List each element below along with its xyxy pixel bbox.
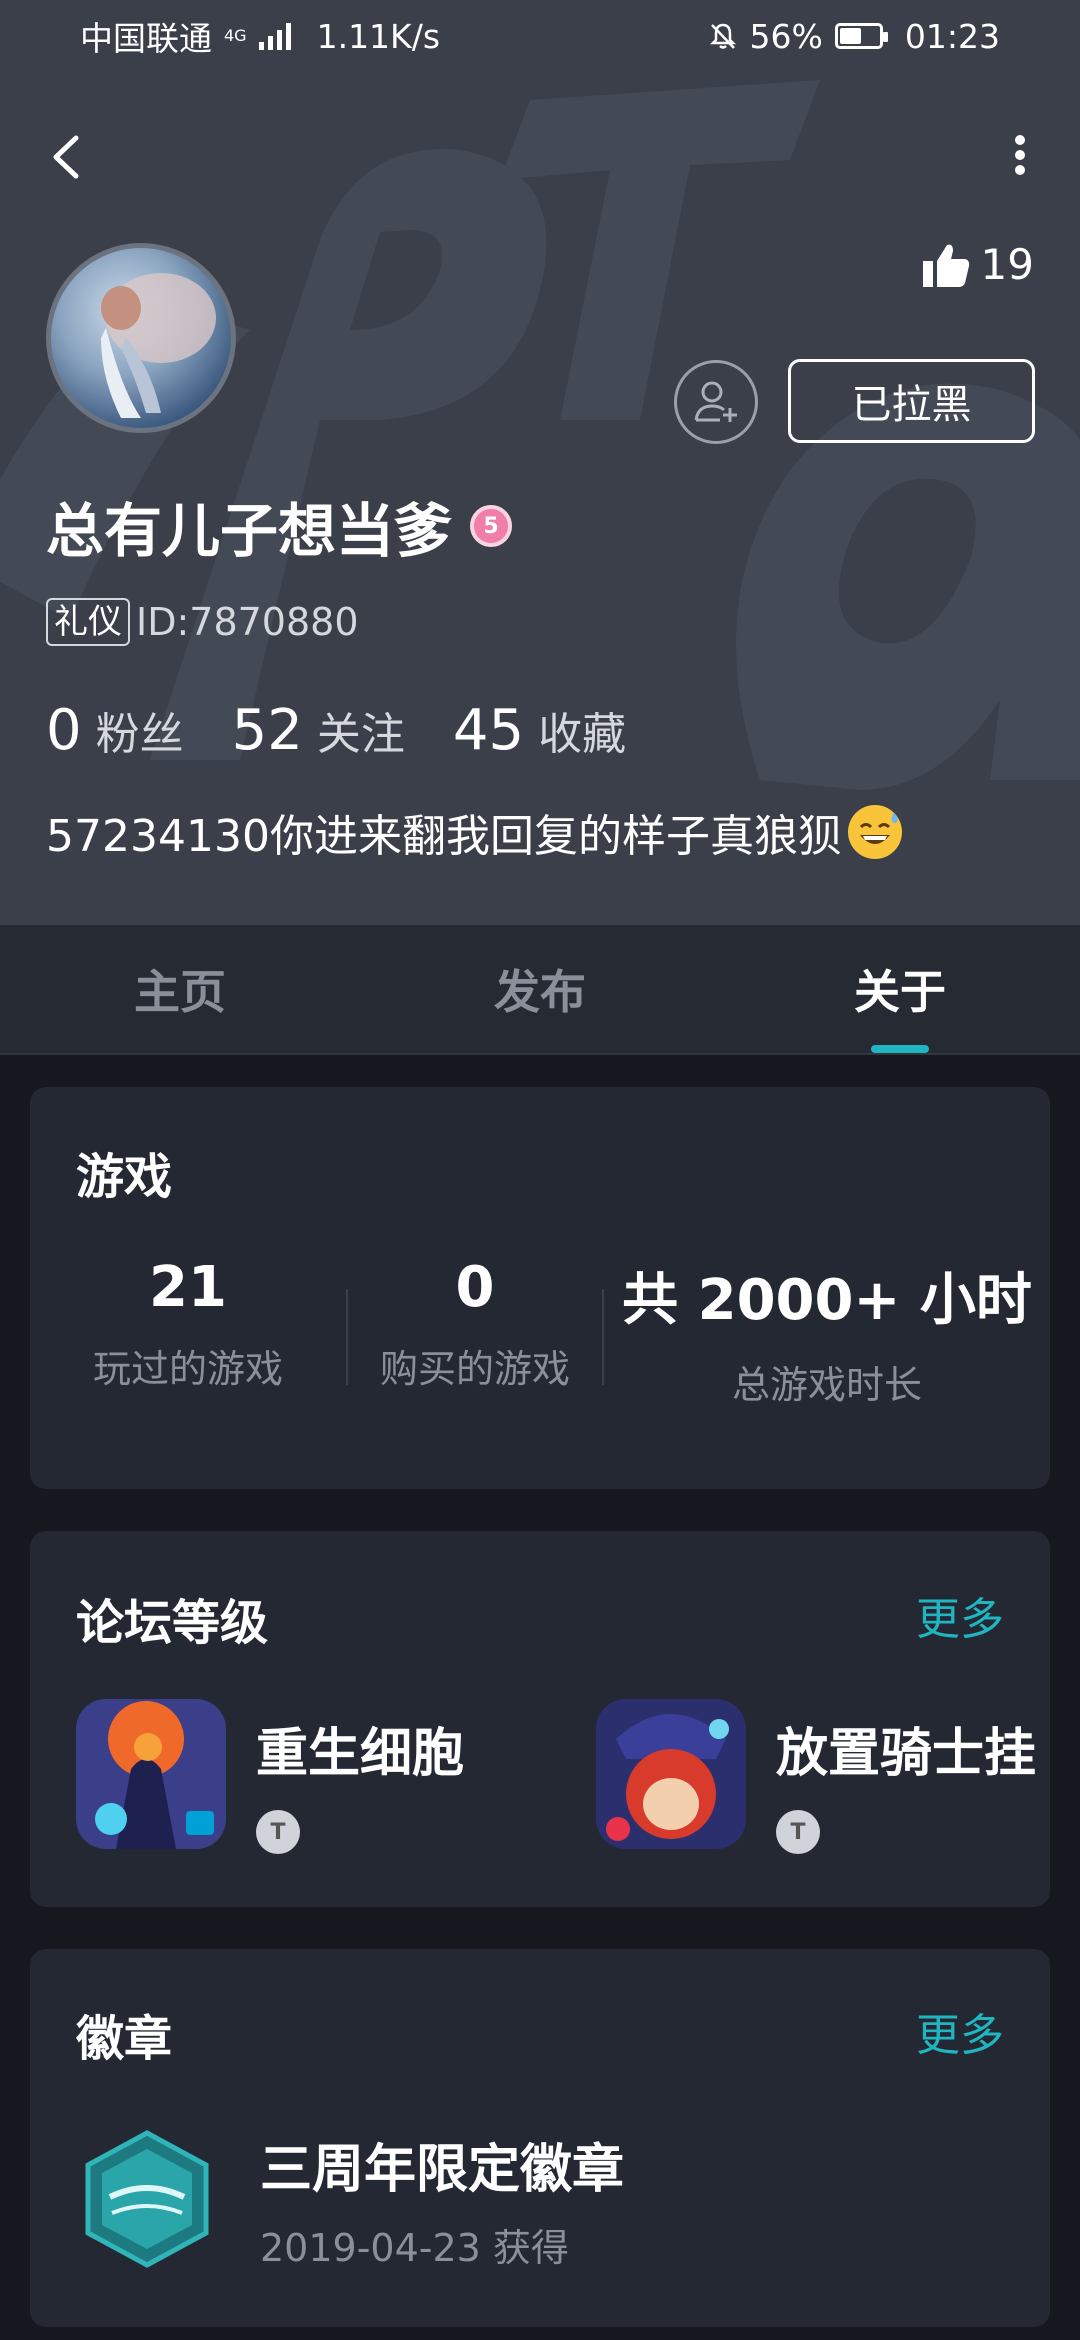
forum-name: 重生细胞 — [256, 1724, 465, 1784]
purchased-games-stat[interactable]: 0 购买的游戏 — [348, 1255, 602, 1409]
battery-icon — [834, 23, 888, 49]
profile-stats: 0 粉丝 52 关注 45 收藏 — [46, 698, 626, 763]
followers-count: 0 — [46, 698, 82, 763]
network-type: 4G — [224, 26, 247, 45]
sweat-smile-emoji-icon — [847, 805, 902, 859]
dead-cells-game-icon — [76, 1699, 226, 1849]
idle-knight-game-icon — [596, 1699, 746, 1849]
chevron-left-icon — [53, 135, 79, 179]
badge-card: 徽章 更多 三周年限定徽章 2019-04-23 获得 — [30, 1949, 1050, 2327]
etiquette-tag[interactable]: 礼仪 — [46, 598, 130, 646]
badge-card-title: 徽章 — [76, 2011, 173, 2067]
purchased-games-label: 购买的游戏 — [379, 1347, 570, 1391]
username: 总有儿子想当爹 — [46, 497, 453, 565]
battery-percent: 56% — [749, 16, 823, 56]
game-stats: 21 玩过的游戏 0 购买的游戏 共 2000+ 小时 总游戏时长 — [30, 1255, 1050, 1409]
forum-card-title: 论坛等级 — [76, 1595, 269, 1651]
like-count: 19 — [980, 240, 1034, 289]
clock: 01:23 — [904, 16, 1000, 56]
games-card-title: 游戏 — [76, 1149, 173, 1205]
mute-bell-icon — [709, 23, 736, 49]
forum-level-badge: T — [776, 1810, 820, 1854]
badge-more-link[interactable]: 更多 — [916, 1999, 1004, 2063]
bio: 57234130你进来翻我回复的样子真狼狈 — [46, 800, 902, 864]
playtime-stat: 共 2000+ 小时 总游戏时长 — [604, 1255, 1050, 1409]
following-stat[interactable]: 52 关注 — [232, 698, 405, 763]
badge-date: 2019-04-23 获得 — [260, 2226, 569, 2270]
forum-more-link[interactable]: 更多 — [916, 1583, 1004, 1647]
carrier-name: 中国联通 — [80, 19, 212, 58]
played-games-label: 玩过的游戏 — [92, 1347, 283, 1391]
more-options-button[interactable] — [990, 120, 1050, 190]
username-row: 总有儿子想当爹 5 — [46, 484, 513, 568]
forum-item[interactable]: 重生细胞 T — [76, 1699, 464, 1854]
played-games-stat[interactable]: 21 玩过的游戏 — [30, 1255, 346, 1409]
badge-name: 三周年限定徽章 — [260, 2140, 625, 2200]
purchased-games-count: 0 — [455, 1255, 495, 1320]
follow-button[interactable] — [674, 360, 758, 444]
forum-level-card: 论坛等级 更多 重生细胞 T 放置骑士挂 T — [30, 1531, 1050, 1907]
anniversary-badge-icon — [85, 2130, 209, 2268]
signal-icon — [258, 22, 291, 50]
following-label: 关注 — [316, 709, 405, 760]
forum-level-badge: T — [256, 1810, 300, 1854]
like-counter[interactable]: 19 — [921, 240, 1034, 289]
tab-home[interactable]: 主页 — [0, 925, 360, 1053]
level-badge: 5 — [470, 505, 513, 547]
bio-text: 57234130你进来翻我回复的样子真狼狈 — [46, 811, 842, 862]
favorites-label: 收藏 — [538, 709, 627, 760]
level-badge-mark: 5 — [483, 513, 499, 539]
games-card: 游戏 21 玩过的游戏 0 购买的游戏 共 2000+ 小时 总游戏时长 — [30, 1087, 1050, 1489]
user-id: ID:7870880 — [136, 600, 359, 644]
tab-bar: 主页 发布 关于 — [0, 925, 1080, 1055]
played-games-count: 21 — [149, 1255, 227, 1320]
playtime-value: 共 2000+ 小时 — [622, 1268, 1032, 1333]
blocked-button[interactable]: 已拉黑 — [788, 359, 1035, 443]
net-speed: 1.11K/s — [316, 16, 441, 56]
forum-name: 放置骑士挂 — [776, 1724, 1037, 1784]
id-row: 礼仪 ID:7870880 — [46, 598, 359, 646]
tab-posts[interactable]: 发布 — [360, 925, 720, 1053]
following-count: 52 — [231, 698, 303, 763]
status-bar: 中国联通 4G 1.11K/s 56% 01:23 — [0, 0, 1080, 72]
back-button[interactable] — [40, 120, 100, 190]
tab-about[interactable]: 关于 — [720, 925, 1080, 1053]
forum-item-info: 放置骑士挂 T — [776, 1699, 1036, 1854]
favorites-stat[interactable]: 45 收藏 — [453, 698, 626, 763]
watermark-logo — [0, 80, 1080, 790]
followers-stat[interactable]: 0 粉丝 — [46, 698, 184, 763]
thumbs-up-icon — [922, 244, 969, 287]
profile-header — [0, 0, 1080, 925]
add-user-icon — [694, 381, 737, 422]
favorites-count: 45 — [452, 698, 525, 763]
followers-label: 粉丝 — [95, 709, 184, 760]
forum-item[interactable]: 放置骑士挂 T — [596, 1699, 1036, 1854]
avatar[interactable] — [46, 243, 236, 433]
avatar-image — [101, 273, 216, 418]
more-vertical-icon — [1015, 135, 1025, 175]
forum-item-info: 重生细胞 T — [256, 1699, 464, 1854]
playtime-label: 总游戏时长 — [731, 1363, 922, 1407]
